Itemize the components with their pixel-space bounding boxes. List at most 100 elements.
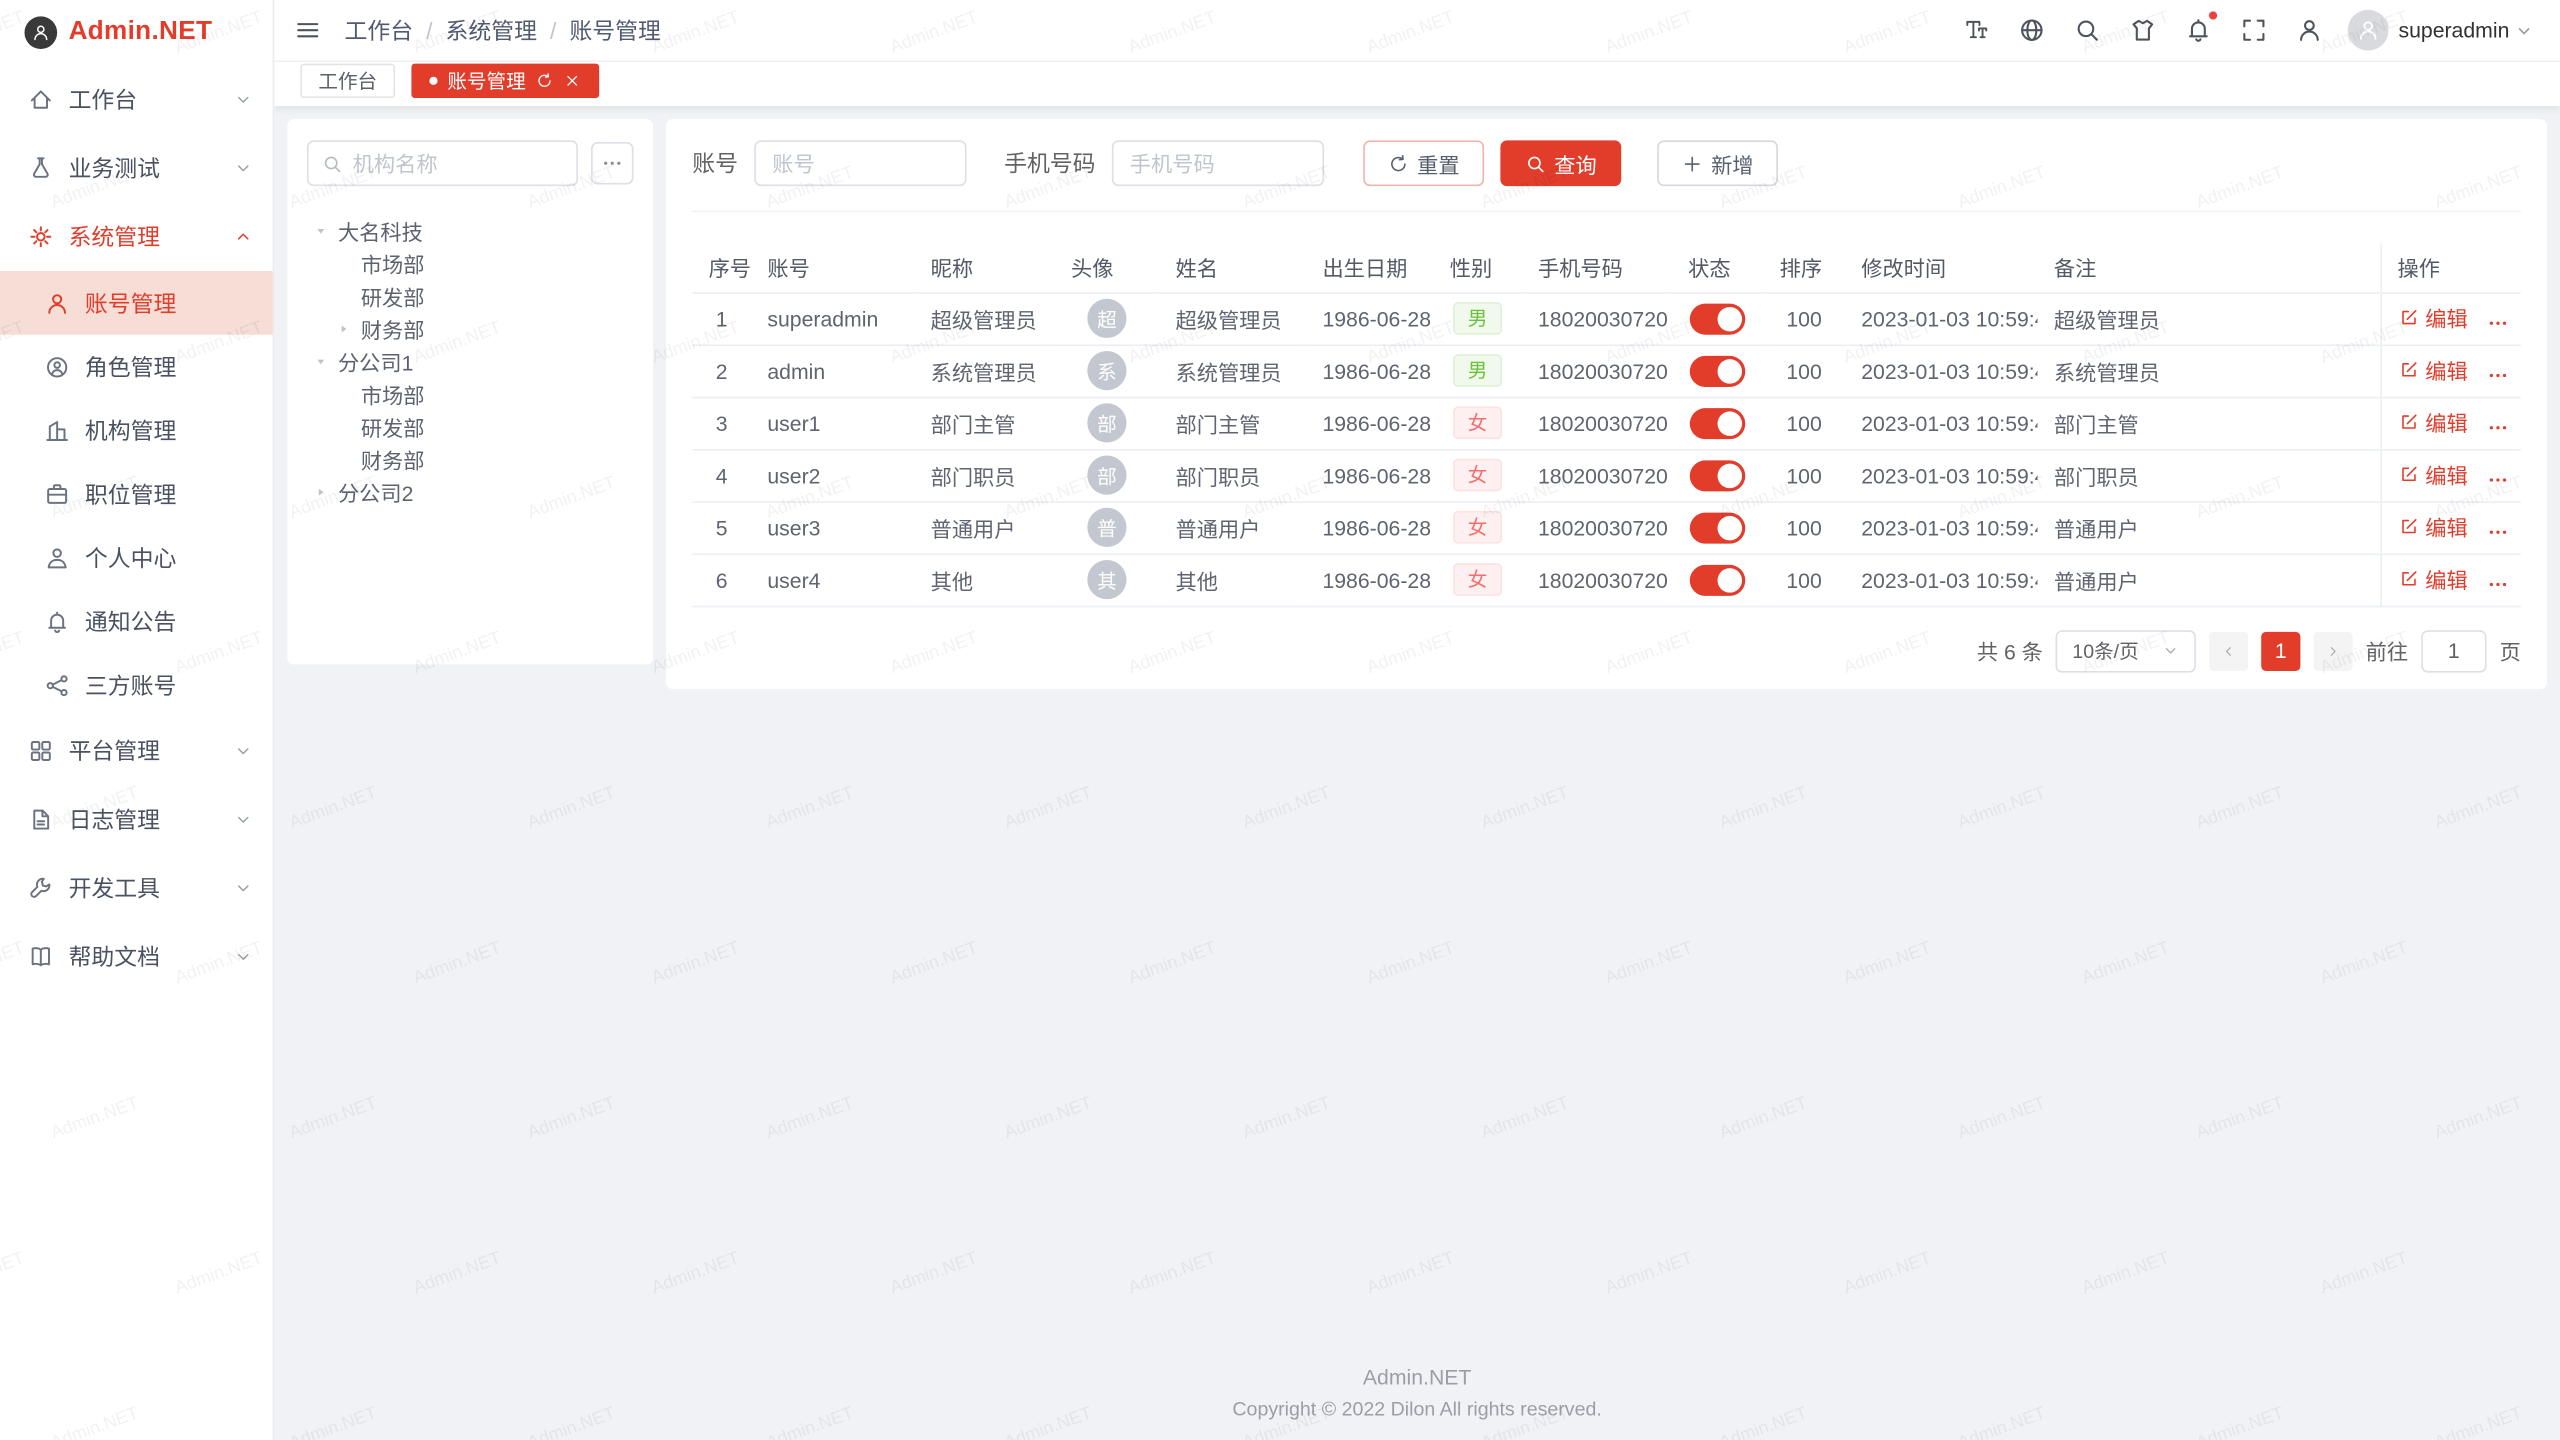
org-search-box [307, 140, 578, 186]
phone-filter-input[interactable] [1112, 140, 1324, 186]
pagination: 共 6 条 10条/页 1 前往 页 [692, 629, 2521, 671]
phone-cell: 18020030720 [1522, 292, 1672, 344]
order-cell: 100 [1763, 449, 1845, 501]
tree-node-label: 大名科技 [338, 215, 423, 246]
username[interactable]: superadmin [2398, 18, 2509, 42]
sidebar-subitem[interactable]: 机构管理 [0, 398, 273, 462]
sidebar-subitem[interactable]: 职位管理 [0, 462, 273, 526]
row-more-button[interactable] [2486, 364, 2509, 387]
search-icon[interactable] [2074, 16, 2102, 44]
tree-item[interactable]: 大名科技 [307, 214, 634, 247]
chevron-down-icon[interactable] [2514, 20, 2534, 40]
sidebar-item[interactable]: 帮助文档 [0, 922, 273, 991]
caret-right-icon[interactable] [313, 484, 337, 499]
sidebar-item[interactable]: 业务测试 [0, 134, 273, 203]
edit-button[interactable]: 编辑 [2398, 355, 2468, 386]
nickname-cell: 普通用户 [914, 501, 1054, 553]
edit-button[interactable]: 编辑 [2398, 564, 2468, 595]
next-page-button[interactable] [2313, 631, 2352, 670]
add-button[interactable]: 新增 [1657, 140, 1778, 186]
tree-item[interactable]: 研发部 [307, 410, 634, 443]
notification-bell-icon[interactable] [2185, 16, 2213, 44]
search-button[interactable]: 查询 [1500, 140, 1621, 186]
sidebar-subitem[interactable]: 通知公告 [0, 589, 273, 653]
account-filter-label: 账号 [692, 147, 738, 180]
search-icon [322, 153, 343, 174]
sidebar-item[interactable]: 平台管理 [0, 717, 273, 786]
tree-item[interactable]: 财务部 [307, 312, 634, 345]
gender-badge: 女 [1453, 459, 1502, 492]
tab-account-management[interactable]: 账号管理 [411, 63, 599, 97]
reset-button[interactable]: 重置 [1363, 140, 1484, 186]
edit-button[interactable]: 编辑 [2398, 459, 2468, 490]
account-filter-input[interactable] [754, 140, 966, 186]
nickname-cell: 其他 [914, 553, 1054, 605]
index-cell: 4 [692, 449, 751, 501]
fullscreen-icon[interactable] [2240, 16, 2268, 44]
status-toggle[interactable] [1690, 303, 1746, 334]
status-toggle[interactable] [1690, 512, 1746, 543]
avatar: 其 [1087, 560, 1126, 599]
org-search-row [307, 140, 634, 186]
edit-button[interactable]: 编辑 [2398, 407, 2468, 438]
org-more-button[interactable] [591, 142, 633, 184]
user-avatar[interactable] [2348, 10, 2389, 51]
caret-right-icon[interactable] [336, 321, 360, 336]
tab-workbench[interactable]: 工作台 [300, 63, 395, 97]
current-page-button[interactable]: 1 [2261, 631, 2300, 670]
sidebar-subitem[interactable]: 个人中心 [0, 526, 273, 590]
tree-item[interactable]: 财务部 [307, 442, 634, 475]
row-more-button[interactable] [2486, 468, 2509, 491]
prev-page-button[interactable] [2209, 631, 2248, 670]
sidebar-subitem[interactable]: 角色管理 [0, 335, 273, 399]
font-size-icon[interactable] [1963, 16, 1991, 44]
goto-page-input[interactable] [2421, 629, 2486, 671]
nickname-cell: 系统管理员 [914, 344, 1054, 396]
edit-button[interactable]: 编辑 [2398, 302, 2468, 333]
edit-button[interactable]: 编辑 [2398, 511, 2468, 542]
status-toggle[interactable] [1690, 460, 1746, 491]
phone-filter-label: 手机号码 [1004, 147, 1095, 180]
sidebar-subitem[interactable]: 账号管理 [0, 271, 273, 335]
row-more-button[interactable] [2486, 311, 2509, 334]
collapse-menu-icon[interactable] [294, 16, 322, 44]
breadcrumb-item[interactable]: 账号管理 [569, 14, 660, 47]
status-toggle[interactable] [1690, 564, 1746, 595]
breadcrumb-item[interactable]: 工作台 [344, 14, 413, 47]
row-more-button[interactable] [2486, 520, 2509, 543]
tree-item[interactable]: 分公司2 [307, 475, 634, 508]
theme-icon[interactable] [2129, 16, 2157, 44]
sidebar-subitem-label: 个人中心 [85, 541, 176, 574]
tab-label: 账号管理 [447, 66, 525, 94]
tree-item[interactable]: 研发部 [307, 279, 634, 312]
topbar-icons [1963, 16, 2324, 44]
avatar: 部 [1087, 456, 1126, 495]
sidebar-item[interactable]: 日志管理 [0, 785, 273, 854]
breadcrumb-item[interactable]: 系统管理 [446, 14, 537, 47]
chevron-down-icon [233, 90, 253, 110]
row-more-button[interactable] [2486, 573, 2509, 596]
tree-item[interactable]: 市场部 [307, 377, 634, 410]
page-size-select[interactable]: 10条/页 [2056, 629, 2196, 671]
language-icon[interactable] [2018, 16, 2046, 44]
account-cell: admin [751, 344, 914, 396]
modified-cell: 2023-01-03 10:59:44 [1845, 344, 2038, 396]
status-toggle[interactable] [1690, 355, 1746, 386]
sidebar-item[interactable]: 系统管理 [0, 202, 273, 271]
tree-item[interactable]: 分公司1 [307, 344, 634, 377]
tree-item[interactable]: 市场部 [307, 247, 634, 280]
org-name-input[interactable] [353, 151, 564, 175]
row-more-button[interactable] [2486, 416, 2509, 439]
caret-down-icon[interactable] [313, 223, 337, 238]
refresh-tab-icon[interactable] [536, 71, 554, 89]
sidebar-item[interactable]: 开发工具 [0, 854, 273, 923]
profile-icon[interactable] [2296, 16, 2324, 44]
status-toggle[interactable] [1690, 407, 1746, 438]
close-tab-icon[interactable] [563, 71, 581, 89]
footer: Admin.NET Copyright © 2022 Dilon All rig… [274, 1349, 2560, 1440]
sidebar-item[interactable]: 工作台 [0, 65, 273, 134]
avatar: 系 [1087, 351, 1126, 390]
sidebar-subitem[interactable]: 三方账号 [0, 653, 273, 717]
caret-down-icon[interactable] [313, 353, 337, 368]
logo[interactable]: Admin.NET [0, 0, 273, 65]
